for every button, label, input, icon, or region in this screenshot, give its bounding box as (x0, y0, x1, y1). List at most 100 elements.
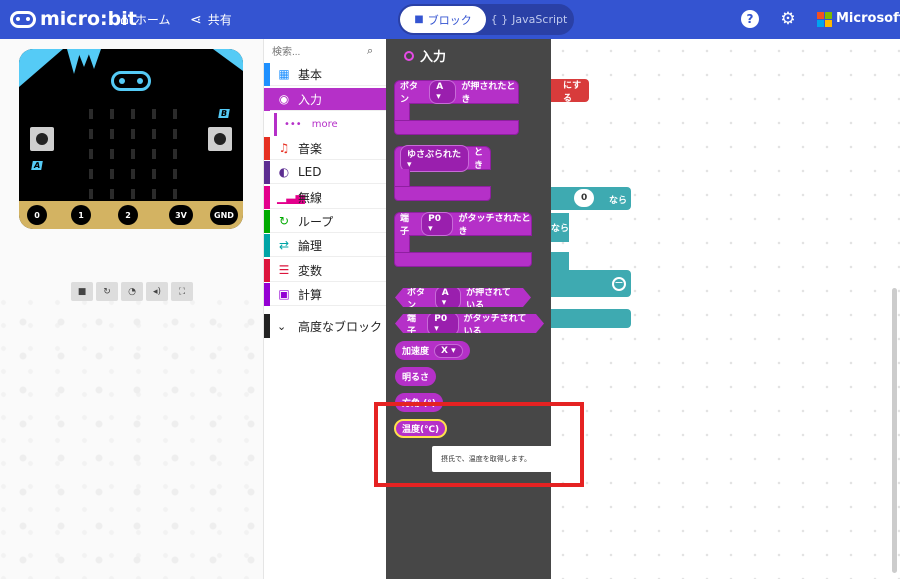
button-dropdown[interactable]: A ▾ (435, 286, 461, 310)
on-gesture-block[interactable]: ゆさぶられた ▾ とき (394, 144, 491, 172)
shuffle-icon: ⇄ (278, 238, 290, 252)
sound-icon[interactable]: ◂) (146, 282, 168, 301)
home-button[interactable]: ⌂ ホーム (120, 11, 171, 28)
microsoft-logo-icon[interactable] (817, 12, 832, 27)
pin-1[interactable]: 1 (71, 205, 91, 225)
workspace-else-label: なら (551, 224, 570, 234)
led[interactable] (131, 169, 135, 179)
axis-dropdown[interactable]: X ▾ (434, 343, 463, 358)
highlight-box (374, 402, 584, 487)
workspace-value-zero[interactable]: 0 (574, 189, 595, 207)
workspace-end-block[interactable] (551, 309, 631, 328)
led[interactable] (89, 189, 93, 199)
led[interactable] (152, 169, 156, 179)
led[interactable] (173, 129, 177, 139)
share-icon: ⋖ (190, 11, 202, 28)
led[interactable] (152, 149, 156, 159)
led[interactable] (110, 189, 114, 199)
board-spike (87, 49, 101, 69)
led[interactable] (110, 109, 114, 119)
share-button[interactable]: ⋖ 共有 (190, 11, 232, 28)
category-label: ループ (298, 214, 334, 229)
on-button-pressed-block[interactable]: ボタン A ▾ が押されたとき (394, 80, 519, 105)
led[interactable] (131, 149, 135, 159)
pin-3v[interactable]: 3V (169, 205, 193, 225)
pin-dropdown[interactable]: P0 ▾ (421, 212, 454, 236)
button-a[interactable] (30, 127, 54, 151)
led[interactable] (152, 109, 156, 119)
pin-2[interactable]: 2 (118, 205, 138, 225)
category-music[interactable]: ♫ 音楽 (264, 137, 386, 160)
stop-icon[interactable]: ■ (71, 282, 93, 301)
microbit-face-logo[interactable] (111, 71, 151, 91)
led[interactable] (173, 109, 177, 119)
help-icon[interactable]: ? (741, 10, 759, 28)
advanced-blocks-toggle[interactable]: ⌄ 高度なブロック (264, 314, 386, 338)
block-text: 加速度 (402, 347, 430, 357)
search-input[interactable] (272, 43, 382, 61)
block-text: とき (473, 148, 483, 171)
gear-icon[interactable]: ⚙ (779, 9, 797, 29)
chevron-down-icon: ⌄ (277, 319, 287, 333)
workspace-block-stub[interactable] (551, 252, 569, 270)
category-input[interactable]: ◉ 入力 (264, 88, 386, 111)
led[interactable] (131, 129, 135, 139)
category-logic[interactable]: ⇄ 論理 (264, 234, 386, 257)
remove-else-icon[interactable]: − (612, 277, 626, 291)
button-b[interactable] (208, 127, 232, 151)
simulator-panel: A B 0 1 2 3V GND ■ ↻ ◔ ◂) ⛶ (0, 39, 263, 579)
button-dropdown[interactable]: A ▾ (429, 80, 457, 104)
category-basic[interactable]: ▦ 基本 (264, 63, 386, 86)
category-color-bar (264, 314, 270, 338)
led[interactable] (110, 169, 114, 179)
led[interactable] (173, 189, 177, 199)
microbit-board[interactable]: A B 0 1 2 3V GND (19, 49, 243, 229)
led[interactable] (89, 149, 93, 159)
block-bottom (394, 186, 491, 201)
restart-icon[interactable]: ↻ (96, 282, 118, 301)
is-button-pressed-block[interactable]: ボタン A ▾ が押されている (395, 288, 531, 307)
list-icon: ☰ (278, 263, 290, 277)
microbit-logo[interactable]: micro:bit (10, 8, 137, 30)
puzzle-icon: ■ (414, 14, 424, 25)
category-radio[interactable]: ▁▃▅ 無線 (264, 186, 386, 209)
microsoft-label[interactable]: Microsoft (836, 11, 900, 26)
block-mouth-side (394, 235, 410, 253)
pin-gnd[interactable]: GND (210, 205, 238, 225)
led[interactable] (89, 129, 93, 139)
dots-icon: ••• (284, 119, 302, 130)
acceleration-block[interactable]: 加速度 X ▾ (395, 341, 470, 360)
top-bar: micro:bit ⌂ ホーム ⋖ 共有 ■ ブロック { } JavaScri… (0, 0, 900, 39)
javascript-tab[interactable]: { } JavaScript (486, 6, 572, 33)
workspace-set-block[interactable]: にする (551, 79, 589, 104)
search-icon[interactable]: ⌕ (367, 44, 373, 58)
slowmo-icon[interactable]: ◔ (121, 282, 143, 301)
led[interactable] (131, 109, 135, 119)
block-text: が押されている (466, 287, 511, 311)
led[interactable] (110, 149, 114, 159)
led[interactable] (110, 129, 114, 139)
category-loops[interactable]: ↻ ループ (264, 210, 386, 233)
pin-dropdown[interactable]: P0 ▾ (427, 312, 458, 336)
fullscreen-icon[interactable]: ⛶ (171, 282, 193, 301)
category-math[interactable]: ▣ 計算 (264, 283, 386, 306)
category-variables[interactable]: ☰ 変数 (264, 259, 386, 282)
category-color-bar (264, 63, 270, 86)
workspace-scrollbar[interactable] (892, 288, 897, 573)
led[interactable] (89, 169, 93, 179)
led[interactable] (152, 189, 156, 199)
led[interactable] (89, 109, 93, 119)
on-pin-touched-block[interactable]: 端子 P0 ▾ がタッチされたとき (394, 212, 532, 237)
category-led[interactable]: ◐ LED (264, 161, 386, 184)
led[interactable] (173, 169, 177, 179)
category-color-bar (264, 88, 270, 111)
led[interactable] (152, 129, 156, 139)
gesture-dropdown[interactable]: ゆさぶられた ▾ (400, 144, 469, 172)
category-more[interactable]: ••• more (274, 113, 386, 136)
is-pin-touched-block[interactable]: 端子 P0 ▾ がタッチされている (395, 314, 544, 333)
light-level-block[interactable]: 明るさ (395, 367, 437, 386)
pin-0[interactable]: 0 (27, 205, 47, 225)
led[interactable] (173, 149, 177, 159)
led[interactable] (131, 189, 135, 199)
blocks-tab[interactable]: ■ ブロック (400, 6, 486, 33)
